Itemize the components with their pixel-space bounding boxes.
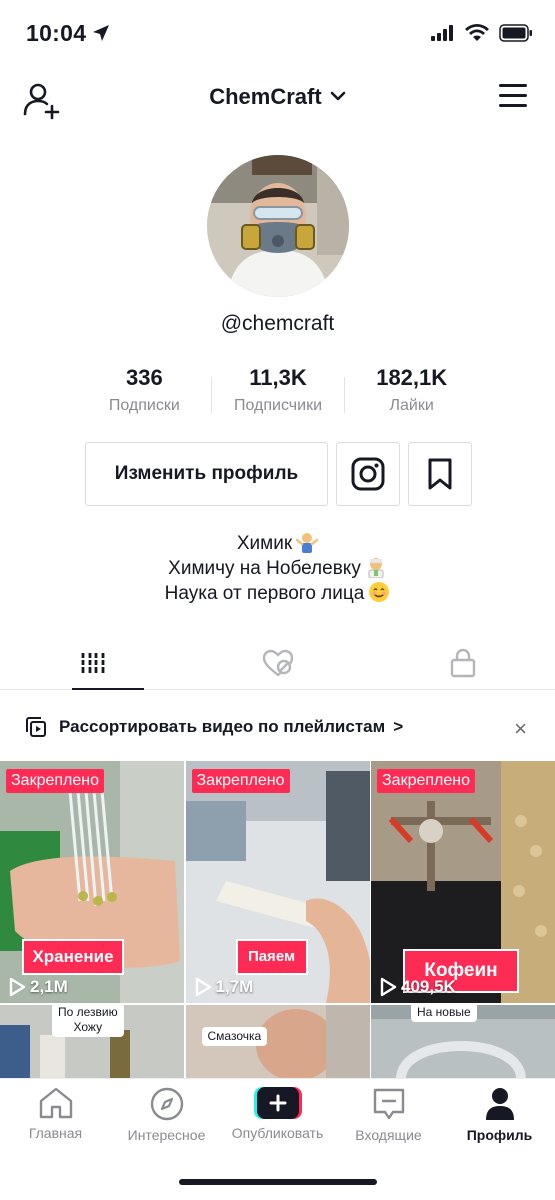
stat-followers[interactable]: 11,3K Подписчики bbox=[212, 365, 345, 415]
account-title: ChemCraft bbox=[209, 84, 322, 109]
profile-icon bbox=[485, 1088, 514, 1120]
play-icon bbox=[195, 977, 211, 997]
instagram-button[interactable] bbox=[336, 442, 400, 506]
location-arrow-icon bbox=[93, 25, 109, 41]
plus-icon bbox=[253, 1087, 302, 1119]
video-overlay-label: Хранение bbox=[22, 939, 124, 975]
stat-following[interactable]: 336 Подписки bbox=[78, 365, 211, 415]
grid-videos-icon bbox=[80, 653, 105, 673]
stat-likes[interactable]: 182,1K Лайки bbox=[345, 365, 478, 415]
video-overlay-label: Паяем bbox=[235, 939, 308, 975]
video-sticker: По лезвию Хожу bbox=[52, 1005, 124, 1037]
playlist-banner-text: Рассортировать видео по плейлистам bbox=[59, 717, 386, 736]
tab-videos[interactable] bbox=[0, 637, 185, 690]
stat-value: 11,3K bbox=[249, 365, 307, 390]
compass-icon bbox=[150, 1087, 183, 1121]
avatar-image bbox=[207, 155, 349, 297]
nav-label: Главная bbox=[28, 1125, 83, 1141]
username-handle: @chemcraft bbox=[220, 312, 335, 335]
view-count: 409,5K bbox=[379, 977, 456, 997]
view-count: 1,7M bbox=[194, 977, 254, 997]
liked-hidden-icon bbox=[262, 649, 293, 677]
view-count: 2,1M bbox=[8, 977, 68, 997]
pinned-badge: Закреплено bbox=[191, 769, 290, 793]
pinned-badge: Закреплено bbox=[6, 769, 104, 793]
bio-line: Химичу на Нобелевку bbox=[0, 556, 555, 581]
status-bar: 10:04 bbox=[0, 0, 555, 68]
avatar[interactable] bbox=[207, 155, 349, 297]
status-time: 10:04 bbox=[26, 20, 87, 46]
tab-private[interactable] bbox=[370, 637, 555, 689]
bookmark-icon bbox=[428, 458, 452, 490]
instagram-icon bbox=[351, 457, 385, 491]
play-icon bbox=[380, 977, 397, 997]
nav-discover[interactable]: Интересное bbox=[111, 1079, 222, 1159]
bio-text: Химик bbox=[236, 533, 293, 554]
profile-header: ChemCraft bbox=[0, 70, 555, 126]
tab-liked[interactable] bbox=[185, 637, 370, 689]
edit-profile-button[interactable]: Изменить профиль bbox=[85, 442, 328, 506]
stat-value: 336 bbox=[125, 365, 163, 390]
bio-line: Химик bbox=[0, 531, 555, 556]
chevron-down-icon bbox=[330, 91, 346, 101]
profile-tabs bbox=[0, 637, 555, 690]
nav-home[interactable]: Главная bbox=[0, 1079, 111, 1159]
stat-label: Подписчики bbox=[234, 397, 323, 414]
view-count-value: 409,5K bbox=[401, 977, 456, 996]
bio-text: Химичу на Нобелевку bbox=[168, 558, 361, 579]
favorites-button[interactable] bbox=[408, 442, 472, 506]
video-thumbnail[interactable]: По лезвию Хожу bbox=[0, 1005, 184, 1079]
inbox-icon bbox=[373, 1088, 404, 1120]
shrug-emoji-icon bbox=[296, 533, 319, 553]
menu-line bbox=[499, 104, 527, 107]
nav-label: Входящие bbox=[355, 1127, 422, 1143]
home-icon bbox=[39, 1087, 72, 1119]
home-indicator bbox=[179, 1179, 377, 1185]
nav-label: Интересное bbox=[127, 1127, 206, 1143]
profile-stats: 336 Подписки 11,3K Подписчики 182,1K Лай… bbox=[78, 365, 478, 415]
close-icon[interactable]: × bbox=[514, 716, 527, 742]
signal-icon bbox=[431, 25, 453, 41]
battery-icon bbox=[499, 24, 532, 42]
video-thumbnail[interactable]: Закреплено Хранение 2,1M bbox=[0, 761, 184, 1003]
menu-line bbox=[499, 84, 527, 87]
profile-actions: Изменить профиль bbox=[85, 442, 472, 506]
bio-text: Наука от первого лица bbox=[164, 583, 365, 604]
stat-value: 182,1K bbox=[376, 365, 448, 390]
video-sticker: На новые bbox=[411, 1005, 477, 1022]
video-thumbnail[interactable]: Смазочка bbox=[185, 1005, 370, 1079]
bio-line: Наука от первого лица bbox=[0, 581, 555, 606]
bottom-navigation: Главная Интересное Опубликовать Входящие… bbox=[0, 1078, 555, 1200]
stat-label: Лайки bbox=[389, 397, 434, 414]
video-grid: Закреплено Хранение 2,1M Закреплено Паяе… bbox=[0, 761, 555, 1079]
chevron-right-icon: > bbox=[393, 717, 404, 736]
playlist-banner[interactable]: Рассортировать видео по плейлистам > × bbox=[0, 706, 555, 748]
account-switcher[interactable]: ChemCraft bbox=[0, 84, 555, 110]
play-icon bbox=[9, 977, 26, 997]
menu-line bbox=[499, 94, 527, 97]
pinned-badge: Закреплено bbox=[377, 769, 475, 793]
view-count-value: 1,7M bbox=[215, 977, 254, 996]
stat-label: Подписки bbox=[108, 397, 180, 414]
status-icons bbox=[431, 24, 533, 42]
video-thumbnail[interactable]: Закреплено Кофеин 409,5K bbox=[371, 761, 555, 1003]
smile-emoji-icon bbox=[369, 582, 390, 602]
nav-inbox[interactable]: Входящие bbox=[333, 1079, 444, 1159]
nav-publish[interactable]: Опубликовать bbox=[222, 1079, 333, 1159]
scientist-emoji-icon bbox=[368, 558, 384, 578]
video-thumbnail[interactable]: Закреплено Паяем 1,7M bbox=[185, 761, 370, 1003]
playlist-icon bbox=[26, 717, 46, 737]
lock-icon bbox=[450, 648, 475, 678]
nav-label: Опубликовать bbox=[231, 1125, 324, 1141]
bio: Химик Химичу на Нобелевку Наука от перво… bbox=[0, 531, 555, 606]
view-count-value: 2,1M bbox=[30, 977, 68, 996]
nav-label: Профиль bbox=[466, 1127, 533, 1143]
nav-profile[interactable]: Профиль bbox=[444, 1079, 555, 1159]
video-sticker: Смазочка bbox=[201, 1027, 268, 1046]
video-thumbnail[interactable]: На новые bbox=[371, 1005, 555, 1079]
menu-button[interactable] bbox=[499, 84, 529, 110]
wifi-icon bbox=[465, 24, 489, 41]
